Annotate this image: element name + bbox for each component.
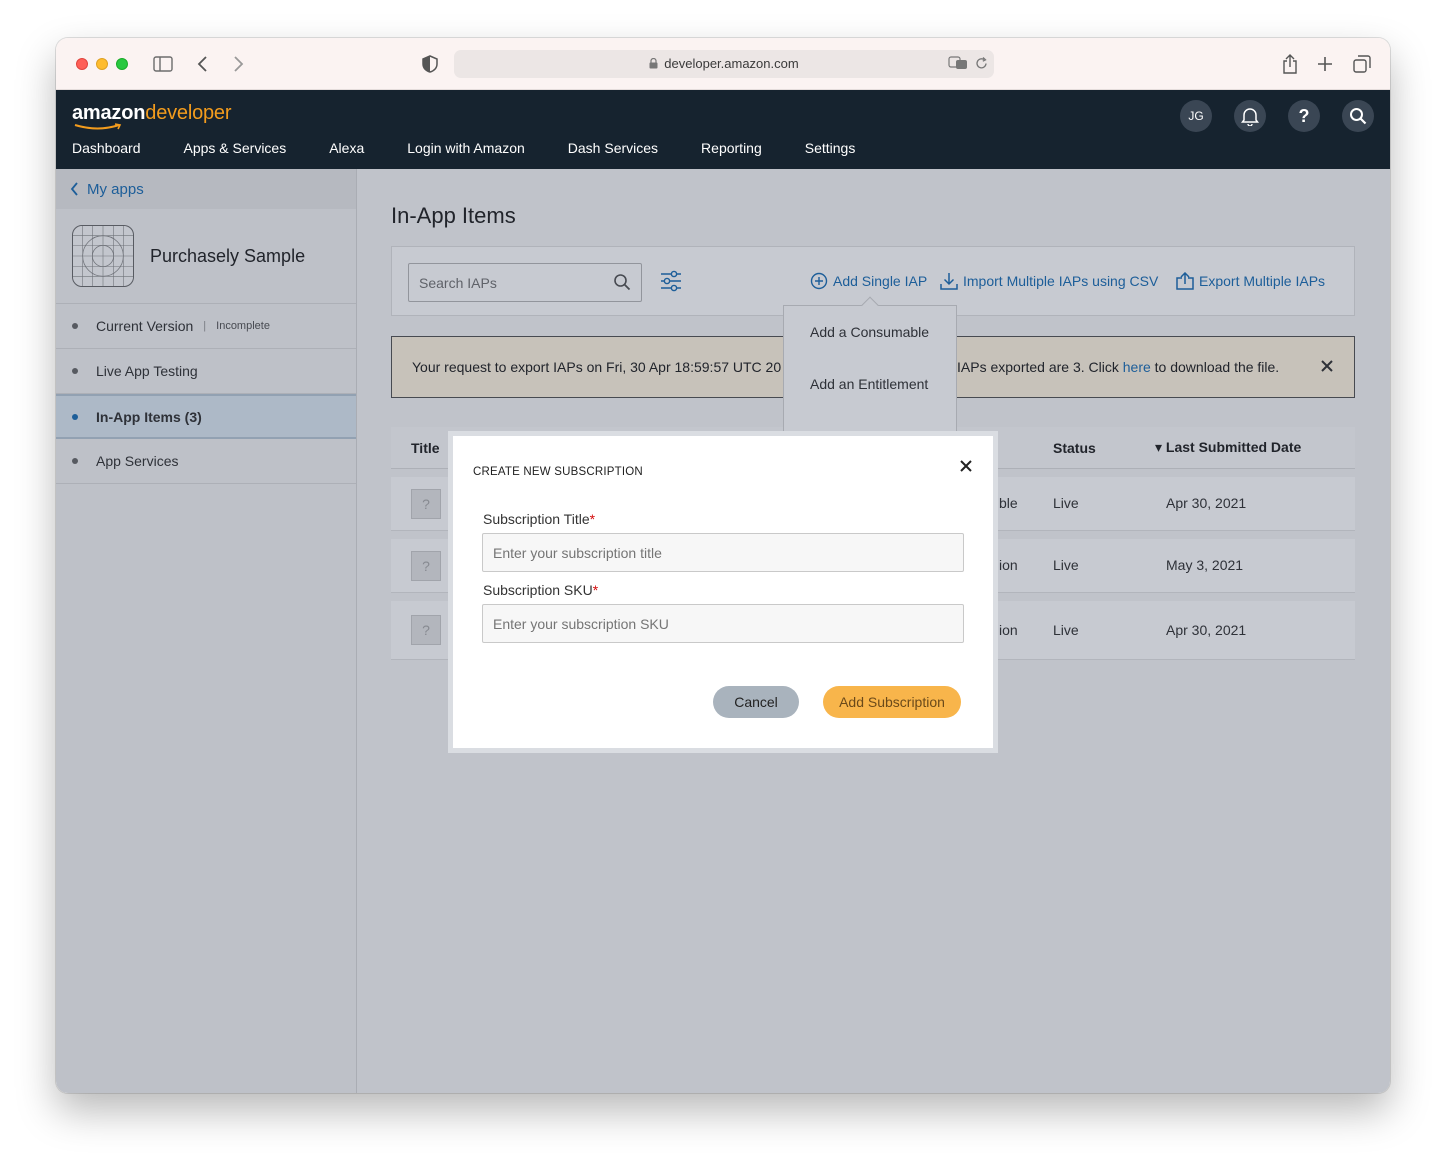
- browser-window: developer.amazon.com amazondeveloper Das…: [56, 38, 1390, 1093]
- subscription-title-input[interactable]: [482, 533, 964, 572]
- logo-amazon-text: amazon: [72, 102, 146, 124]
- site-header: amazondeveloper Dashboard Apps & Service…: [56, 90, 1390, 169]
- required-asterisk: *: [592, 582, 599, 598]
- browser-toolbar: developer.amazon.com: [56, 38, 1390, 90]
- new-tab-icon[interactable]: [1318, 53, 1332, 75]
- notifications-bell-icon[interactable]: [1234, 100, 1266, 132]
- forward-icon[interactable]: [232, 53, 244, 75]
- reload-icon[interactable]: [975, 57, 988, 75]
- subscription-sku-label: Subscription SKU*: [483, 582, 598, 598]
- subscription-title-label: Subscription Title*: [483, 511, 595, 527]
- url-text: developer.amazon.com: [664, 56, 799, 71]
- nav-settings[interactable]: Settings: [805, 140, 856, 156]
- add-subscription-button[interactable]: Add Subscription: [823, 686, 961, 718]
- avatar-initials: JG: [1188, 109, 1204, 123]
- lock-icon: [649, 51, 658, 79]
- amazon-smile-icon: [74, 123, 122, 130]
- zoom-window-button[interactable]: [116, 58, 128, 70]
- subscription-title-label-text: Subscription Title: [483, 511, 590, 527]
- header-icons: JG ?: [1158, 100, 1374, 132]
- nav-alexa[interactable]: Alexa: [329, 140, 364, 156]
- nav-dashboard[interactable]: Dashboard: [72, 140, 141, 156]
- subscription-sku-input[interactable]: [482, 604, 964, 643]
- amazon-developer-logo[interactable]: amazondeveloper: [72, 102, 232, 125]
- share-icon[interactable]: [1282, 53, 1298, 75]
- tab-overview-icon[interactable]: [1353, 53, 1371, 75]
- close-dialog-icon[interactable]: [959, 459, 973, 473]
- translate-icon[interactable]: [948, 56, 968, 75]
- help-glyph: ?: [1298, 105, 1310, 126]
- nav-apps-services[interactable]: Apps & Services: [184, 140, 287, 156]
- required-asterisk: *: [589, 511, 596, 527]
- search-icon[interactable]: [1342, 100, 1374, 132]
- create-subscription-dialog: CREATE NEW SUBSCRIPTION Subscription Tit…: [453, 436, 993, 748]
- subscription-sku-label-text: Subscription SKU: [483, 582, 593, 598]
- dialog-title: CREATE NEW SUBSCRIPTION: [473, 466, 643, 478]
- nav-reporting[interactable]: Reporting: [701, 140, 762, 156]
- help-icon[interactable]: ?: [1288, 100, 1320, 132]
- sidebar-toggle-icon[interactable]: [153, 53, 173, 75]
- cancel-button[interactable]: Cancel: [713, 686, 799, 718]
- back-icon[interactable]: [197, 53, 209, 75]
- logo-developer-text: developer: [145, 102, 232, 124]
- privacy-shield-icon[interactable]: [422, 53, 438, 75]
- address-bar[interactable]: developer.amazon.com: [454, 50, 994, 78]
- nav-dash-services[interactable]: Dash Services: [568, 140, 658, 156]
- close-window-button[interactable]: [76, 58, 88, 70]
- minimize-window-button[interactable]: [96, 58, 108, 70]
- user-avatar[interactable]: JG: [1180, 100, 1212, 132]
- nav-login-with-amazon[interactable]: Login with Amazon: [407, 140, 525, 156]
- main-nav: Dashboard Apps & Services Alexa Login wi…: [72, 140, 898, 156]
